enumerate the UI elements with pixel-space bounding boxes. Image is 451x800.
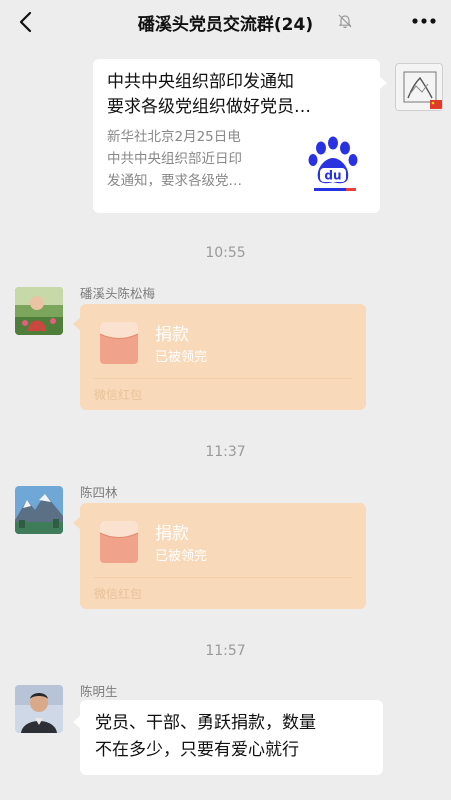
sender-name: 陈明生	[80, 684, 118, 699]
message-text-line: 不在多少，只要有爱心就行	[95, 740, 299, 760]
red-packet-message[interactable]: 捐款 已被领完 微信红包	[80, 503, 366, 609]
red-packet-icon	[99, 322, 139, 364]
chevron-left-icon[interactable]	[14, 8, 40, 36]
red-packet-icon	[99, 521, 139, 563]
red-packet-status: 已被领完	[155, 350, 208, 365]
red-packet-footer: 微信红包	[94, 388, 143, 402]
link-card-description: 新华社北京2月25日电 中共中央组织部近日印 发通知，要求各级党…	[107, 126, 285, 192]
link-card-desc-line: 新华社北京2月25日电	[107, 129, 241, 145]
link-card-title: 中共中央组织部印发通知 要求各级党组织做好党员…	[107, 70, 367, 120]
link-card-title-line: 中共中央组织部印发通知	[107, 72, 294, 92]
red-packet-status: 已被领完	[155, 549, 208, 564]
baidu-logo-icon: du	[302, 131, 365, 194]
message-text: 党员、干部、勇跃捐款，数量 不在多少，只要有爱心就行	[95, 710, 375, 764]
bubble-tail	[380, 77, 387, 89]
title-bar: 磻溪头党员交流群(24)	[0, 0, 451, 44]
link-card-title-line: 要求各级党组织做好党员…	[107, 97, 311, 117]
link-card-desc-line: 发通知，要求各级党…	[107, 173, 242, 189]
bubble-tail	[73, 517, 80, 529]
avatar-chen-silin[interactable]	[15, 486, 63, 534]
red-packet-title: 捐款	[155, 524, 189, 544]
timestamp: 11:57	[205, 643, 246, 659]
message-text-line: 党员、干部、勇跃捐款，数量	[95, 713, 316, 733]
red-packet-footer: 微信红包	[94, 587, 143, 601]
sender-name: 磻溪头陈松梅	[80, 286, 156, 301]
timestamp: 10:55	[205, 245, 246, 261]
chat-title: 磻溪头党员交流群(24)	[137, 15, 314, 35]
more-dots-icon[interactable]	[411, 14, 437, 28]
bubble-tail	[73, 318, 80, 330]
divider	[94, 378, 352, 379]
avatar-self[interactable]	[395, 63, 443, 111]
baidu-logo-text: du	[324, 169, 341, 183]
timestamp: 11:37	[205, 444, 246, 460]
red-packet-title: 捐款	[155, 325, 189, 345]
avatar-chen-mingsheng[interactable]	[15, 685, 63, 733]
bubble-tail	[73, 716, 80, 728]
red-packet-message[interactable]: 捐款 已被领完 微信红包	[80, 304, 366, 410]
bell-mute-icon	[338, 14, 352, 29]
avatar-chen-songmei[interactable]	[15, 287, 63, 335]
text-message[interactable]: 党员、干部、勇跃捐款，数量 不在多少，只要有爱心就行	[80, 700, 383, 775]
sender-name: 陈四林	[80, 485, 118, 500]
link-card-desc-line: 中共中央组织部近日印	[107, 151, 242, 167]
link-card[interactable]: 中共中央组织部印发通知 要求各级党组织做好党员… 新华社北京2月25日电 中共中…	[93, 59, 380, 213]
divider	[94, 577, 352, 578]
